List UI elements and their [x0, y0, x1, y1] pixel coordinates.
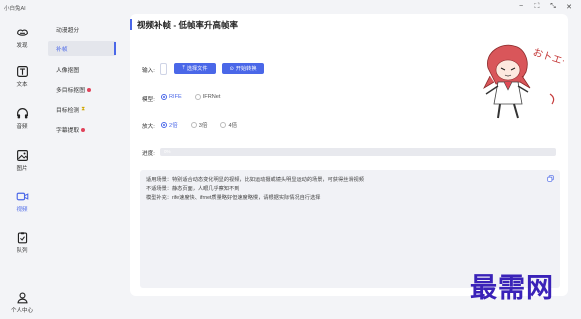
user-icon: [16, 292, 28, 304]
model-radio-group: RIFE IFRNet: [161, 94, 220, 100]
hourglass-icon: ⧗: [81, 106, 86, 112]
subnav-label: 目标检测: [56, 108, 80, 114]
new-badge-dot: [87, 87, 91, 92]
scale-radio-group: 2倍 3倍 4倍: [161, 121, 237, 129]
restore-icon[interactable]: ⤡: [549, 3, 557, 11]
subnav-item-multi-object-matting[interactable]: 多目标抠图: [48, 82, 116, 97]
rail-item-video[interactable]: 视频: [0, 190, 44, 220]
subnav-item-portrait-matting[interactable]: 人像抠图: [48, 62, 116, 77]
discover-icon: [16, 29, 28, 36]
info-line-unsuitable: 不适场景：静态页面，人眼几乎察知不到: [146, 186, 240, 192]
title-bar: 小白兔AI − ⛶ ⤡ ✕: [0, 0, 581, 15]
radio-unchecked-icon: [190, 122, 197, 128]
radio-unchecked-icon: [194, 94, 201, 100]
left-rail: 发现 文本 音频 图片 视频 队列 个人中心: [0, 15, 44, 319]
minimize-icon[interactable]: −: [517, 3, 525, 11]
copy-icon[interactable]: [547, 175, 554, 182]
rail-label: 音频: [16, 124, 28, 130]
upload-icon: ⤒: [182, 65, 185, 71]
model-option-ifrnet[interactable]: IFRNet: [194, 94, 221, 100]
scale-option-3x[interactable]: 3倍: [190, 121, 208, 129]
select-file-label: 选择文件: [186, 66, 208, 72]
scale-option-2x[interactable]: 2倍: [161, 121, 178, 129]
mascot-illustration: おトエーレ: [483, 44, 564, 119]
radio-checked-icon: [161, 94, 167, 100]
radio-unchecked-icon: [220, 122, 227, 128]
rail-label: 发现: [16, 43, 28, 49]
video-icon: [16, 192, 28, 201]
input-label: 输入:: [142, 68, 155, 74]
play-circle-icon: ⊙: [229, 65, 234, 72]
subnav-item-frame-interpolation[interactable]: 补帧: [48, 41, 116, 56]
page-header: 视频补帧 - 低帧率升高帧率: [130, 18, 238, 31]
text-icon: [16, 66, 28, 77]
subnav-item-object-detection[interactable]: 目标检测 ⧗: [48, 102, 116, 117]
subnav-item-anime-upscale[interactable]: 动漫超分: [48, 22, 116, 37]
subnav-label: 人像抠图: [56, 68, 80, 74]
app-title: 小白兔AI: [4, 6, 26, 12]
watermark-text: 最需网: [470, 273, 554, 304]
model-option-rife[interactable]: RIFE: [161, 94, 182, 100]
radio-label: 3倍: [198, 123, 208, 129]
close-icon[interactable]: ✕: [565, 3, 573, 11]
rail-item-profile[interactable]: 个人中心: [0, 291, 44, 319]
select-file-button[interactable]: ⤒ 选择文件: [174, 63, 216, 74]
model-label: 模型:: [142, 97, 155, 103]
rail-item-discover[interactable]: 发现: [0, 26, 44, 56]
new-badge-dot: [81, 127, 86, 132]
radio-checked-icon: [161, 122, 167, 128]
scale-label: 放大:: [142, 124, 155, 130]
subnav-label: 字幕提取: [56, 128, 80, 134]
rail-label: 视频: [16, 207, 28, 213]
file-path-input[interactable]: [160, 63, 167, 75]
start-convert-button[interactable]: ⊙ 开始转换: [222, 63, 264, 74]
maximize-icon[interactable]: ⛶: [533, 3, 541, 11]
scale-option-4x[interactable]: 4倍: [220, 121, 237, 129]
info-line-model-note: 模型补充：rife速度快、ifrnet质量略好但速度略慢，请根据实际情况自行选择: [146, 195, 321, 201]
subnav-label: 多目标抠图: [56, 88, 85, 94]
rail-label: 文本: [16, 82, 28, 88]
title-accent-bar: [130, 19, 132, 30]
start-convert-label: 开始转换: [235, 66, 257, 72]
rail-label: 队列: [16, 248, 28, 254]
headphones-icon: [16, 108, 28, 119]
radio-label: 2倍: [169, 123, 178, 129]
rail-label: 图片: [16, 166, 28, 172]
progress-text: 0%: [164, 149, 171, 154]
video-subnav: 动漫超分 补帧 人像抠图 多目标抠图 目标检测 ⧗ 字幕提取: [44, 15, 118, 319]
radio-label: IFRNet: [202, 94, 221, 100]
active-indicator: [114, 42, 116, 55]
progress-bar: 0%: [160, 148, 556, 156]
rail-label: 个人中心: [10, 308, 33, 314]
radio-label: 4倍: [228, 123, 238, 129]
subnav-label: 补帧: [56, 47, 68, 53]
rail-item-audio[interactable]: 音频: [0, 107, 44, 137]
mascot-text: おトエーレ: [531, 46, 564, 73]
window-controls: − ⛶ ⤡ ✕: [517, 3, 573, 11]
progress-label: 进度:: [142, 151, 155, 157]
rail-item-text[interactable]: 文本: [0, 65, 44, 95]
rail-item-queue[interactable]: 队列: [0, 231, 44, 261]
rail-item-image[interactable]: 图片: [0, 149, 44, 179]
page-title: 视频补帧 - 低帧率升高帧率: [137, 19, 239, 30]
clipboard-icon: [17, 232, 27, 244]
subnav-label: 动漫超分: [56, 28, 80, 34]
info-line-suitable: 适用场景：特别适合动态变化明显的视频，比如运动摄或镜头明显运动的场景，可获得丝滑…: [146, 177, 364, 183]
radio-label: RIFE: [169, 94, 182, 100]
image-icon: [16, 150, 28, 161]
subnav-item-subtitle-extract[interactable]: 字幕提取: [48, 122, 116, 137]
